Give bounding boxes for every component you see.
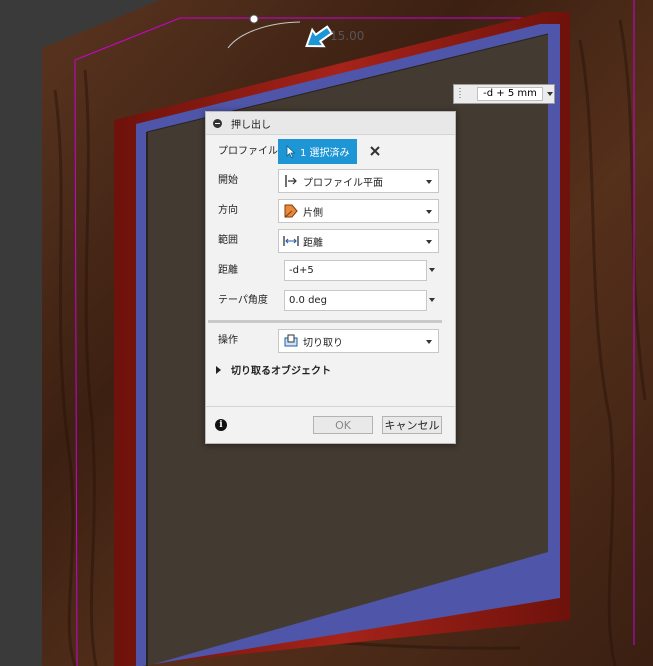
expand-triangle-icon [216,365,221,374]
dialog-header[interactable]: 押し出し [206,112,455,135]
profile-plane-icon [282,172,300,190]
taper-input[interactable]: 0.0 deg [284,290,427,311]
profile-select-button[interactable]: 1 選択済み [278,139,357,164]
distance-icon [282,232,300,250]
chevron-down-icon[interactable] [429,298,435,302]
start-row: 開始 プロファイル平面 [206,168,455,194]
close-icon[interactable] [368,144,382,158]
chevron-down-icon [426,340,432,344]
angle-manipulator-handle[interactable] [249,14,259,24]
taper-row: テーパ角度 0.0 deg [206,288,455,314]
start-label: 開始 [218,175,238,186]
info-icon[interactable]: i [215,419,227,431]
dialog-footer: i OK キャンセル [206,406,455,443]
operation-dropdown[interactable]: 切り取り [278,329,439,353]
chevron-down-icon[interactable] [429,268,435,272]
distance-label: 距離 [218,265,238,276]
extent-value: 距離 [303,237,323,249]
extent-label: 範囲 [218,235,238,246]
angle-value-label: 15.00 [330,29,365,43]
taper-label: テーパ角度 [218,295,268,306]
distance-input[interactable]: -d+5 [284,260,427,281]
one-side-icon [282,202,300,220]
start-dropdown[interactable]: プロファイル平面 [278,169,439,193]
dialog-title: 押し出し [231,119,271,131]
extrude-dialog: 押し出し プロファイル 1 選択済み 開始 プロファイル平面 方向 片側 範囲 … [205,111,456,444]
drag-grip-icon[interactable] [459,88,461,100]
direction-value: 片側 [303,207,323,219]
operation-value: 切り取り [303,337,343,349]
profile-label: プロファイル [218,146,278,157]
distance-row: 距離 -d+5 [206,258,455,284]
extent-row: 範囲 距離 [206,228,455,254]
chevron-down-icon [426,210,432,214]
cancel-button[interactable]: キャンセル [382,416,442,434]
profile-row: プロファイル 1 選択済み [206,139,455,165]
start-value: プロファイル平面 [303,177,383,189]
chevron-down-icon[interactable] [547,92,553,96]
objects-to-cut-toggle[interactable]: 切り取るオブジェクト [216,362,331,377]
cut-icon [282,332,300,350]
ok-button[interactable]: OK [313,416,373,434]
operation-row: 操作 切り取り [206,328,455,354]
chevron-down-icon [426,180,432,184]
direction-row: 方向 片側 [206,198,455,224]
objects-to-cut-label: 切り取るオブジェクト [231,366,331,377]
direction-dropdown[interactable]: 片側 [278,199,439,223]
profile-select-label: 1 選択済み [300,148,350,159]
distance-float-value[interactable]: -d + 5 mm [477,87,543,101]
operation-label: 操作 [218,335,238,346]
section-divider [208,320,442,323]
collapse-icon[interactable] [213,118,222,128]
cursor-icon [286,145,296,158]
direction-label: 方向 [218,205,238,216]
extent-dropdown[interactable]: 距離 [278,229,439,253]
chevron-down-icon [426,240,432,244]
distance-float-input[interactable]: -d + 5 mm [453,84,555,104]
